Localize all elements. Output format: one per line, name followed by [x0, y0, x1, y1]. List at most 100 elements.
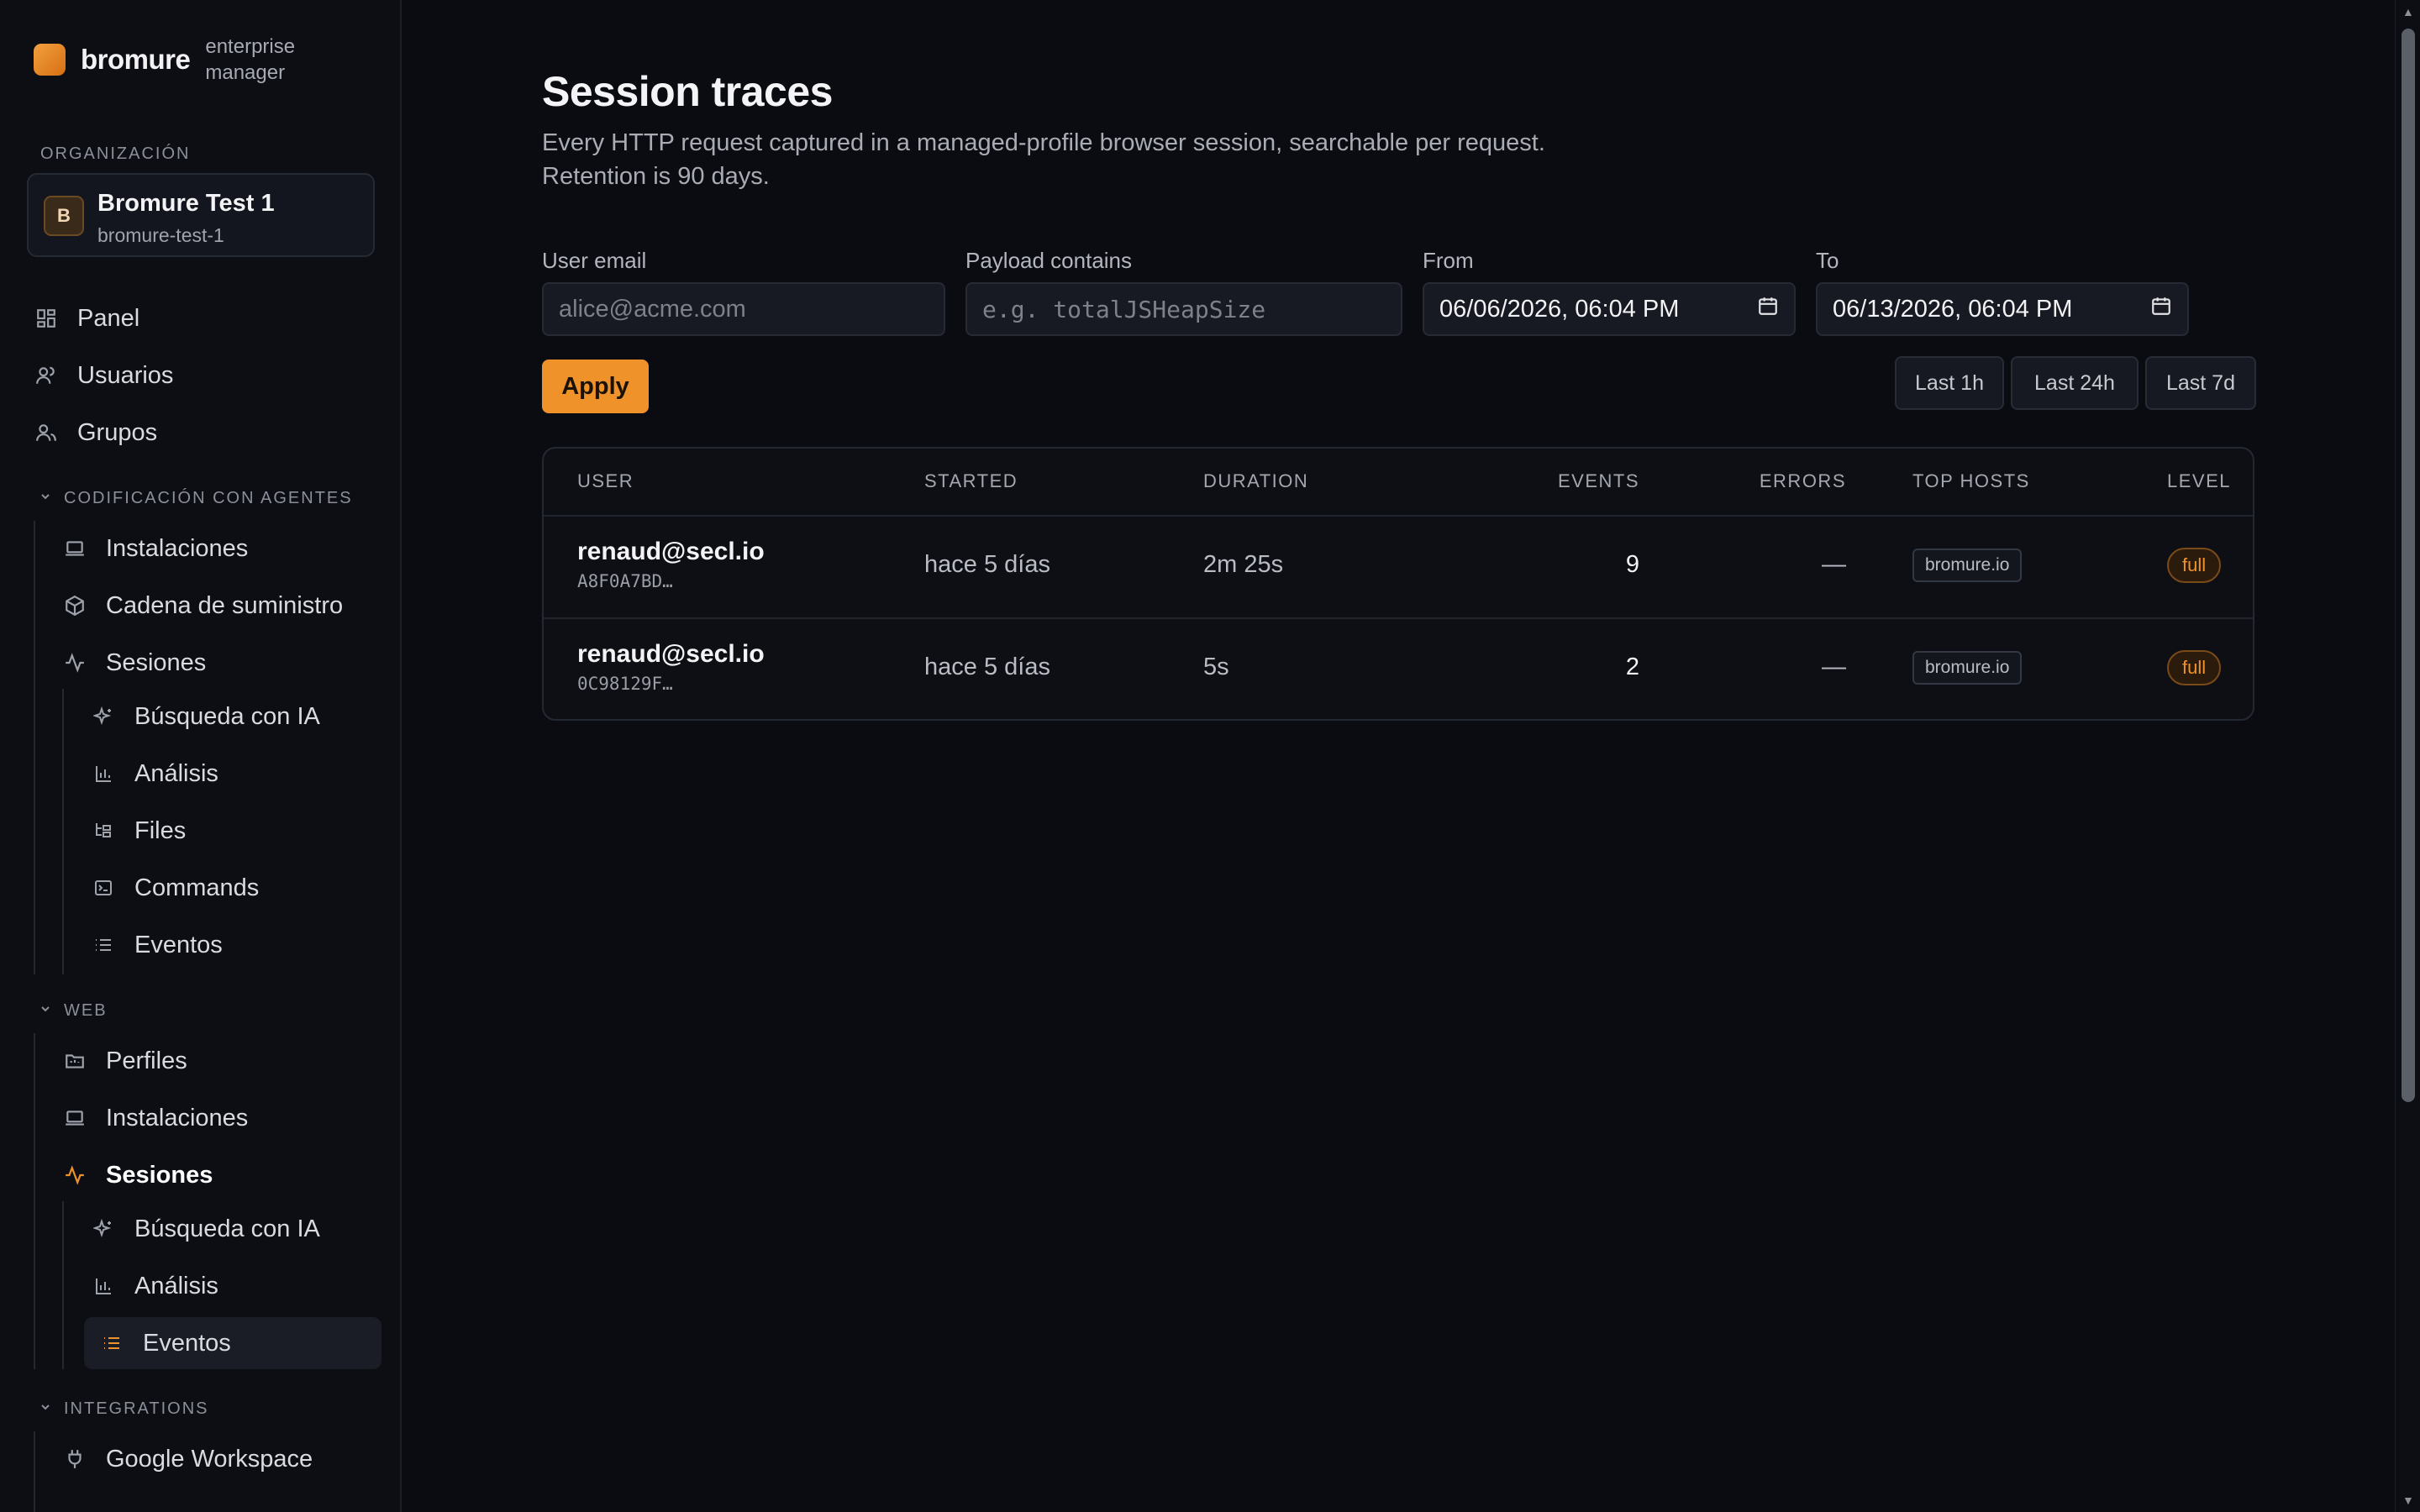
subgroup-divider	[62, 1201, 64, 1369]
row-duration: 5s	[1203, 654, 1229, 680]
brand[interactable]: bromure enterprise manager	[34, 34, 314, 86]
sidebar-item-instalaciones-agentes[interactable]: Instalaciones	[62, 522, 248, 575]
sidebar-item-busqueda-ia-web[interactable]: Búsqueda con IA	[91, 1203, 320, 1255]
sidebar-item-label: Google Workspace	[106, 1445, 313, 1473]
sidebar-item-label: Instalaciones	[106, 1104, 249, 1131]
sidebar-item-label: Sesiones	[106, 648, 207, 676]
column-header-errors: ERRORS	[1759, 470, 1846, 491]
brand-name: bromure	[81, 44, 191, 75]
row-divider	[544, 617, 2253, 619]
chevron-down-icon	[39, 489, 52, 508]
sidebar-item-perfiles[interactable]: Perfiles	[62, 1035, 187, 1087]
sidebar-item-busqueda-ia-agentes[interactable]: Búsqueda con IA	[91, 690, 320, 743]
org-slug: bromure-test-1	[97, 224, 224, 246]
row-session-id: 0C98129F…	[577, 674, 673, 694]
list-icon	[91, 932, 116, 958]
user-icon	[34, 363, 59, 388]
row-errors: —	[1822, 654, 1846, 680]
group-divider	[34, 1431, 35, 1512]
package-icon	[62, 593, 87, 618]
scroll-up-arrow-icon[interactable]: ▲	[2402, 5, 2414, 18]
group-toggle-web[interactable]: WEB	[39, 1001, 108, 1021]
org-section-label: ORGANIZACIÓN	[40, 144, 191, 163]
sidebar-item-files[interactable]: Files	[91, 805, 186, 857]
list-icon	[99, 1331, 124, 1356]
sidebar-item-usuarios[interactable]: Usuarios	[34, 349, 173, 402]
sidebar-item-grupos[interactable]: Grupos	[34, 407, 157, 459]
activity-icon	[62, 650, 87, 675]
dashboard-icon	[34, 306, 59, 331]
laptop-icon	[62, 1105, 87, 1131]
brand-subtitle: enterprise manager	[205, 35, 296, 84]
group-toggle-integrations[interactable]: INTEGRATIONS	[39, 1399, 209, 1419]
column-header-started: STARTED	[924, 470, 1018, 491]
sidebar-item-label: Commands	[134, 874, 260, 901]
folder-icon	[62, 1048, 87, 1074]
row-events: 9	[1625, 551, 1639, 578]
range-button-7d[interactable]: Last 7d	[2145, 356, 2256, 410]
payload-field[interactable]: e.g. totalJSHeapSize	[965, 282, 1402, 336]
page-scrollbar[interactable]: ▲ ▼	[2395, 0, 2420, 1512]
row-errors: —	[1822, 551, 1846, 578]
group-label: WEB	[64, 1001, 108, 1020]
column-header-user: USER	[577, 470, 634, 491]
bar-chart-icon	[91, 761, 116, 786]
from-date-field[interactable]: 06/06/2026, 06:04 PM	[1423, 282, 1796, 336]
sidebar-item-panel[interactable]: Panel	[34, 292, 139, 344]
group-divider	[34, 1033, 35, 1369]
payload-placeholder: e.g. totalJSHeapSize	[982, 295, 1266, 323]
sidebar-item-label: Análisis	[134, 1272, 218, 1299]
laptop-icon	[62, 536, 87, 561]
sidebar-item-instalaciones-web[interactable]: Instalaciones	[62, 1092, 248, 1144]
page-title: Session traces	[542, 68, 833, 115]
sidebar: bromure enterprise manager ORGANIZACIÓN …	[0, 0, 402, 1512]
group-toggle-agentes[interactable]: CODIFICACIÓN CON AGENTES	[39, 489, 353, 508]
range-button-1h[interactable]: Last 1h	[1895, 356, 2004, 410]
row-started: hace 5 días	[924, 654, 1050, 680]
calendar-icon[interactable]	[2150, 295, 2172, 323]
sidebar-item-commands[interactable]: Commands	[91, 862, 259, 914]
row-user-email: renaud@secl.io	[577, 640, 765, 668]
from-label: From	[1423, 248, 1474, 273]
sidebar-item-sesiones-agentes[interactable]: Sesiones	[62, 637, 206, 689]
sidebar-item-cadena-suministro[interactable]: Cadena de suministro	[62, 580, 343, 632]
page-subtitle: Every HTTP request captured in a managed…	[542, 129, 1545, 190]
host-badge: bromure.io	[1912, 549, 2023, 582]
sidebar-item-analisis-agentes[interactable]: Análisis	[91, 748, 218, 800]
chevron-down-icon	[39, 1001, 52, 1021]
apply-button[interactable]: Apply	[542, 360, 649, 413]
row-started: hace 5 días	[924, 551, 1050, 578]
range-button-24h[interactable]: Last 24h	[2011, 356, 2139, 410]
folder-tree-icon	[91, 818, 116, 843]
scroll-down-arrow-icon[interactable]: ▼	[2402, 1494, 2414, 1507]
sidebar-item-sesiones-web[interactable]: Sesiones	[62, 1149, 213, 1201]
column-header-top-hosts: TOP HOSTS	[1912, 470, 2030, 491]
scrollbar-thumb[interactable]	[2402, 29, 2415, 1102]
sparkles-icon	[91, 704, 116, 729]
calendar-icon[interactable]	[1757, 295, 1779, 323]
sidebar-item-google-workspace[interactable]: Google Workspace	[62, 1433, 313, 1485]
to-date-field[interactable]: 06/13/2026, 06:04 PM	[1816, 282, 2189, 336]
brand-logo	[34, 44, 66, 76]
sidebar-item-eventos-agentes[interactable]: Eventos	[91, 919, 223, 971]
row-divider	[544, 515, 2253, 517]
sidebar-item-eventos-web[interactable]: Eventos	[84, 1317, 381, 1369]
terminal-icon	[91, 875, 116, 900]
sidebar-item-label: Panel	[77, 304, 140, 332]
column-header-duration: DURATION	[1203, 470, 1309, 491]
payload-label: Payload contains	[965, 248, 1133, 273]
main-content: Session traces Every HTTP request captur…	[402, 0, 2395, 1512]
sidebar-item-analisis-web[interactable]: Análisis	[91, 1260, 218, 1312]
activity-icon	[62, 1163, 87, 1188]
row-events: 2	[1625, 654, 1639, 680]
email-field[interactable]: alice@acme.com	[542, 282, 945, 336]
sidebar-item-label: Análisis	[134, 759, 218, 787]
sidebar-item-label: Búsqueda con IA	[134, 1215, 320, 1242]
bar-chart-icon	[91, 1273, 116, 1299]
subgroup-divider	[62, 689, 64, 974]
group-label: INTEGRATIONS	[64, 1399, 209, 1418]
sidebar-item-label: Files	[134, 816, 187, 844]
org-switcher[interactable]: B Bromure Test 1 bromure-test-1	[27, 173, 375, 257]
email-placeholder: alice@acme.com	[559, 295, 746, 323]
row-session-id: A8F0A7BD…	[577, 571, 673, 591]
